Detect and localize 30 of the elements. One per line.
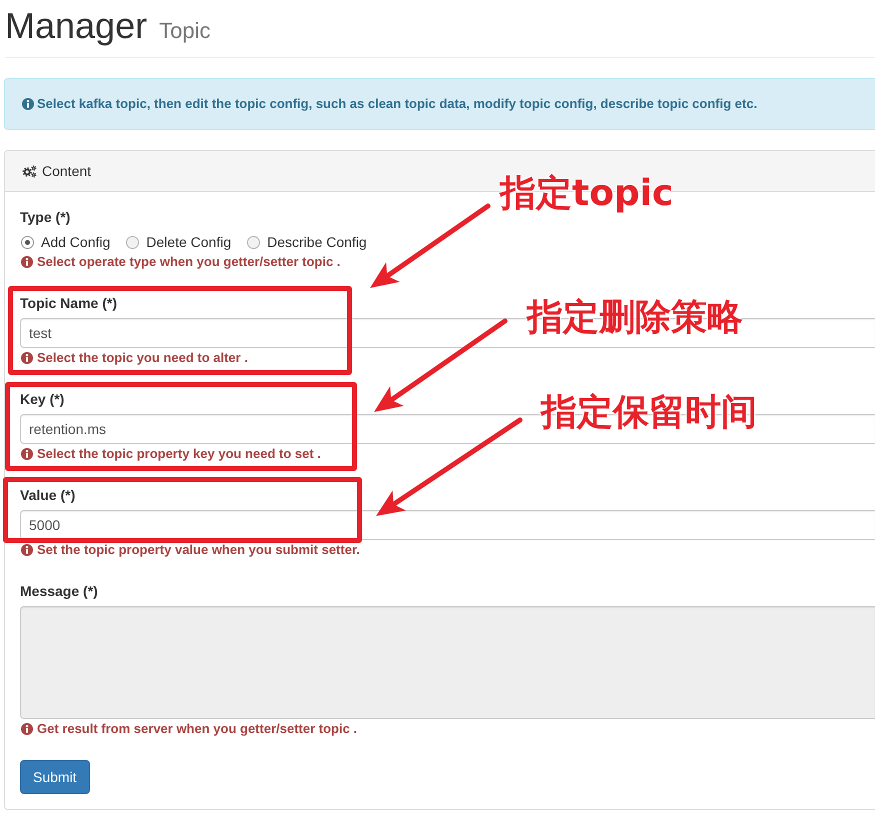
info-icon	[21, 723, 33, 735]
page-title: Manager	[5, 6, 148, 46]
radio-label[interactable]: Add Config	[41, 232, 110, 252]
field-label: Type (*)	[20, 208, 72, 227]
help-text: Select operate type when you getter/setter topic .	[37, 253, 340, 271]
info-icon	[21, 544, 33, 556]
panel-title: Content	[42, 162, 92, 181]
help-text: Get result from server when you getter/setter topic .	[37, 720, 358, 738]
info-icon	[21, 448, 33, 460]
radio-button[interactable]	[21, 236, 34, 248]
text-input[interactable]: 5000	[20, 510, 875, 540]
annotation-label: 指定topic	[500, 172, 674, 216]
help-text: Select the topic you need to alter .	[37, 349, 248, 367]
radio-button[interactable]	[247, 236, 260, 248]
gears-icon	[22, 164, 37, 178]
radio-label[interactable]: Delete Config	[146, 232, 232, 252]
info-icon	[21, 256, 33, 268]
info-icon	[21, 352, 33, 364]
field-label: Message (*)	[20, 582, 99, 601]
radio-label[interactable]: Describe Config	[267, 232, 367, 252]
help-text: Select the topic property key you need to set .	[37, 445, 321, 463]
alert-text: Select kafka topic, then edit the topic config, such as clean topic data, modify topic config, describe topic config etc.	[37, 95, 758, 113]
field-label: Topic Name (*)	[20, 294, 118, 313]
field-label: Key (*)	[20, 390, 66, 409]
help-text: Set the topic property value when you submit setter.	[37, 541, 360, 559]
radio-button[interactable]	[126, 236, 140, 248]
submit-button[interactable]: Submit	[20, 760, 90, 794]
page-subtitle: Topic	[159, 18, 210, 44]
field-label: Value (*)	[20, 486, 76, 505]
info-icon	[22, 98, 34, 110]
